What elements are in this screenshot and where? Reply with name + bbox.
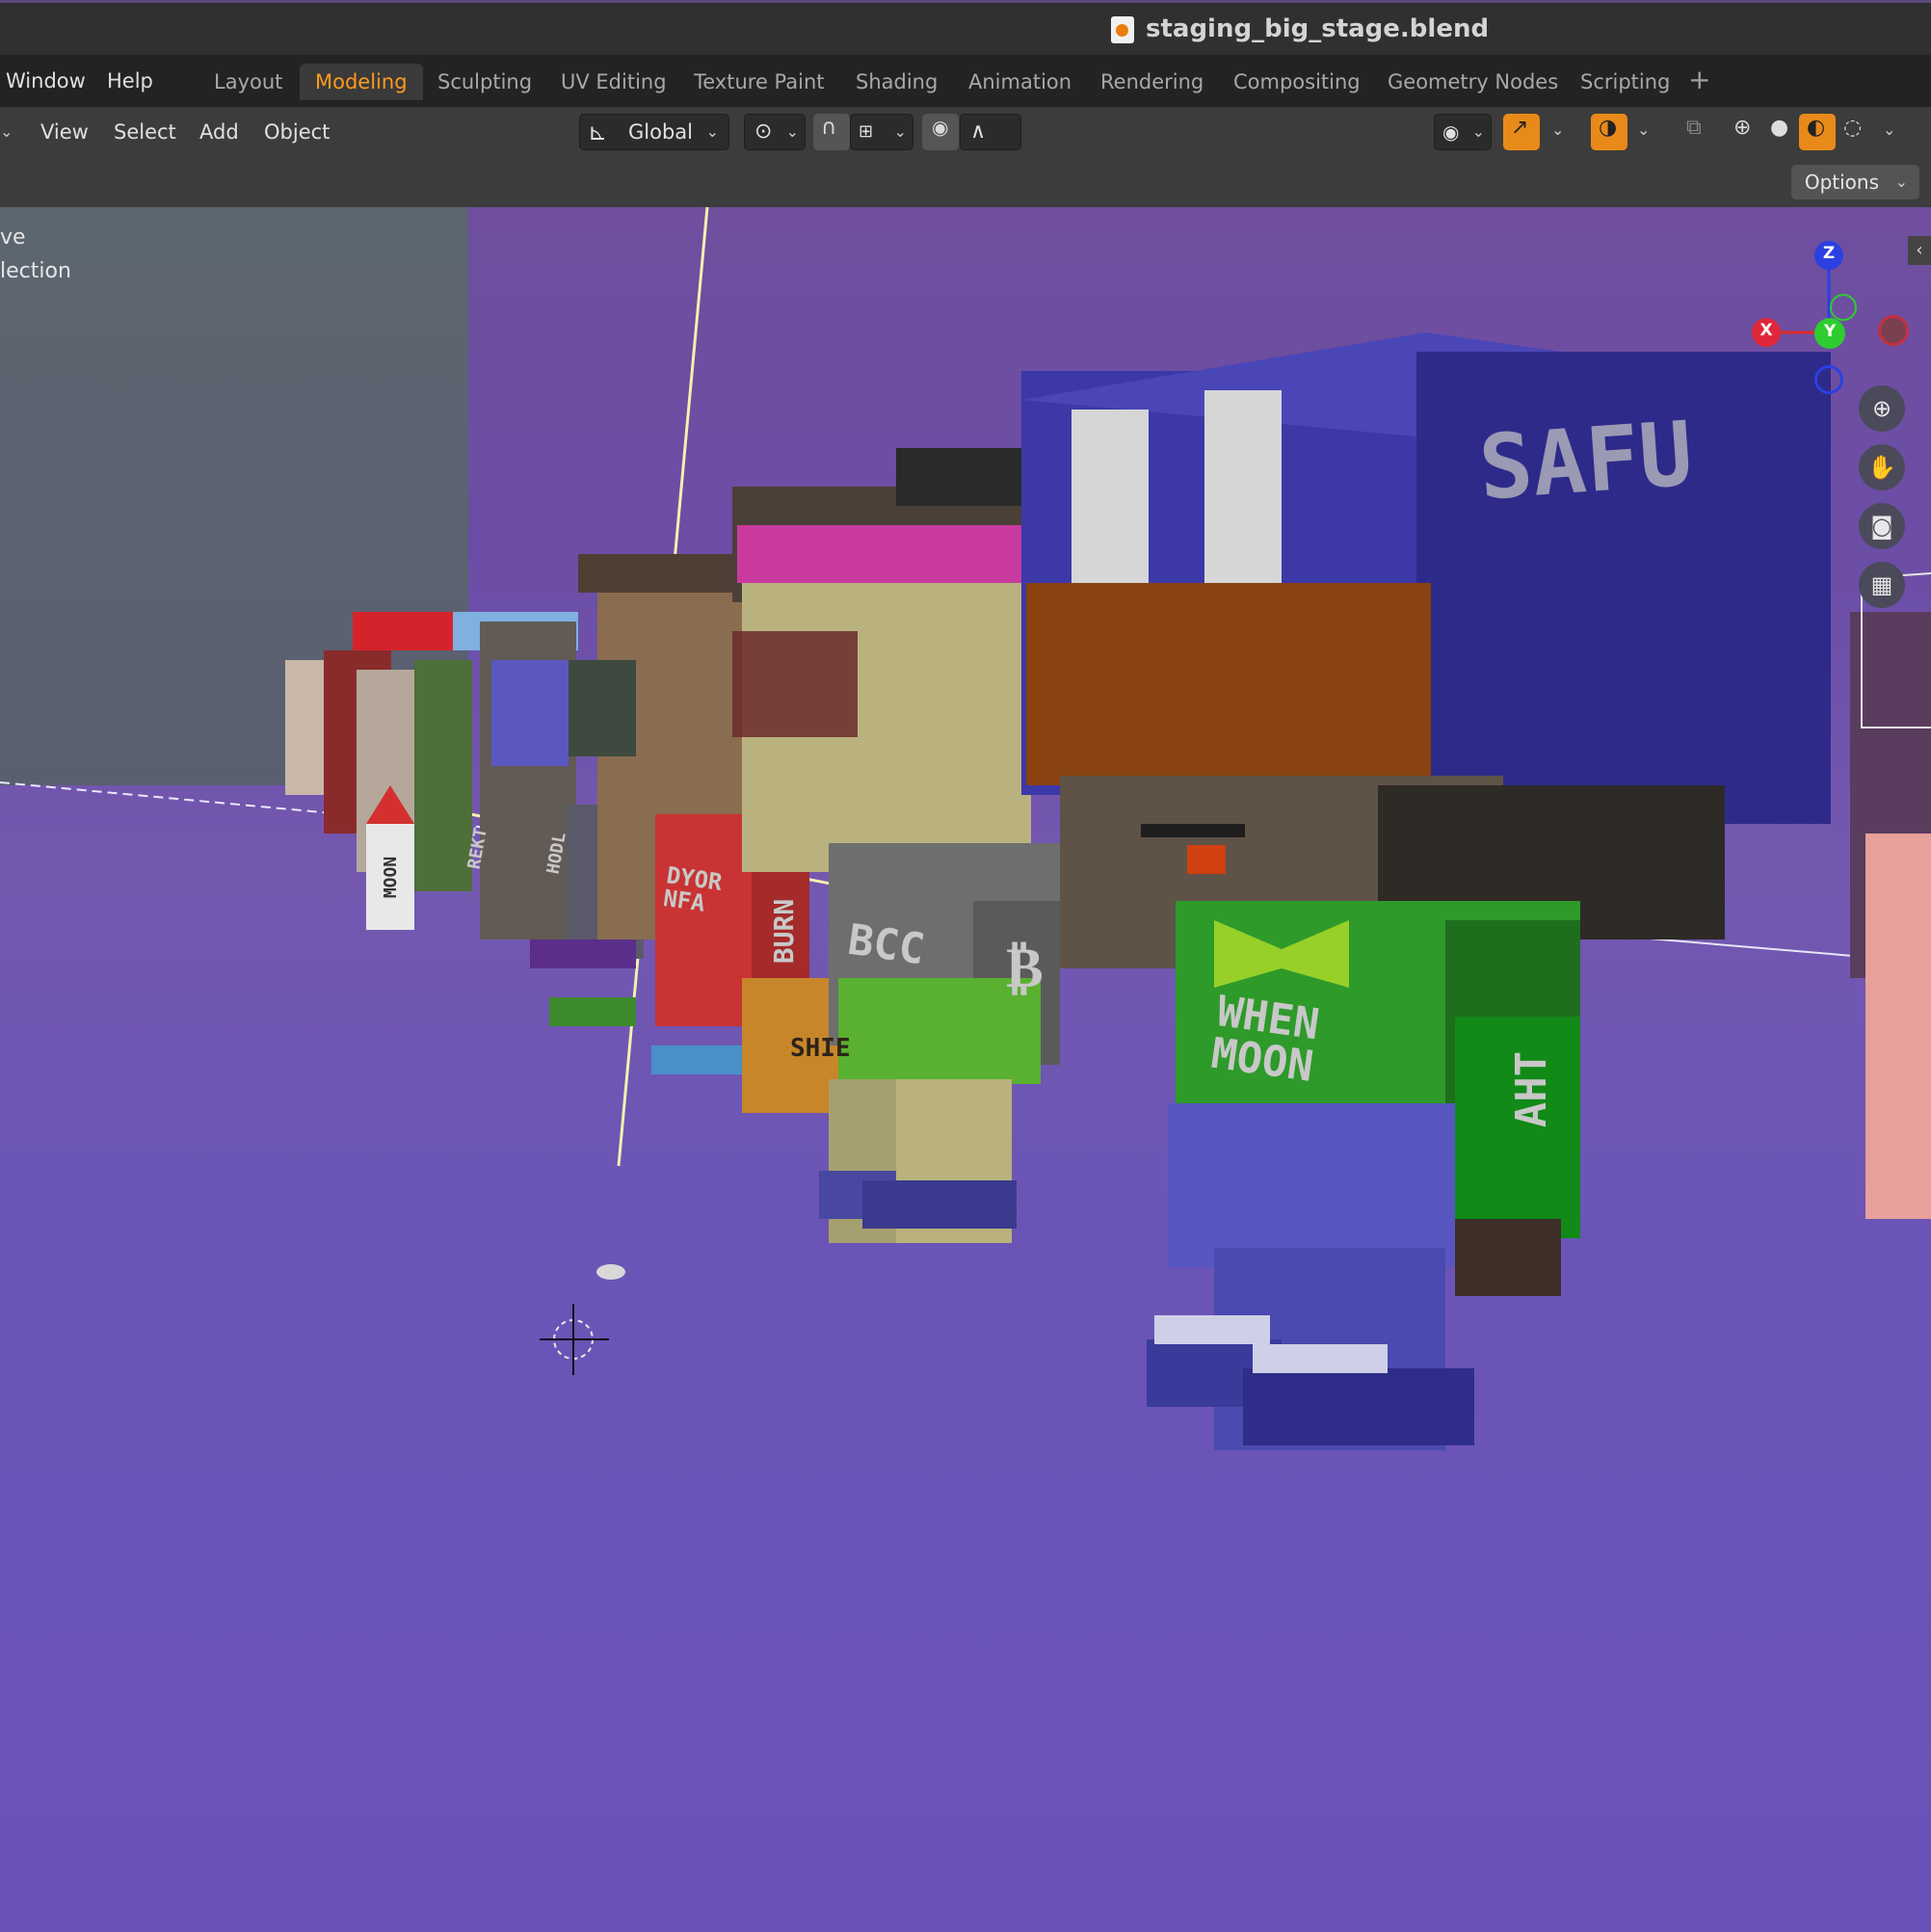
shib-text: SHIE [790,1034,851,1063]
chevron-down-icon: ⌄ [1471,122,1485,141]
gizmo-z-label: Z [1822,244,1836,263]
menu-add[interactable]: Add [199,120,239,144]
add-workspace-icon[interactable]: + [1688,64,1710,95]
dyor-text: DYOR NFA [661,861,725,917]
menu-help[interactable]: Help [107,69,153,93]
eye-icon: ◉ [1442,120,1460,144]
material-sphere-icon: ◐ [1807,116,1826,140]
orientation-axes-icon: ⊾ [588,119,608,146]
visibility-dropdown[interactable]: ◉ ⌄ [1434,114,1492,150]
zoom-icon[interactable]: ⊕ [1859,385,1905,432]
tab-texture-paint[interactable]: Texture Paint [678,64,840,100]
editor-type-chevron-icon[interactable]: ⌄ [0,122,13,141]
menu-window[interactable]: Window [6,69,86,93]
tab-geometry-nodes[interactable]: Geometry Nodes [1372,64,1574,100]
gizmo-x-label: X [1759,321,1773,340]
menu-select[interactable]: Select [114,120,176,144]
tab-compositing[interactable]: Compositing [1218,64,1376,100]
tab-rendering[interactable]: Rendering [1085,64,1219,100]
sidebar-toggle-icon[interactable]: ‹ [1908,236,1931,265]
chevron-down-icon: ⌄ [785,122,799,141]
menu-view[interactable]: View [40,120,89,144]
viewport-tool-settings: Options ⌄ [0,157,1931,207]
shirt2-text: BCC [844,914,928,975]
tab-modeling[interactable]: Modeling [300,64,423,100]
pivot-point-dropdown[interactable]: ⊙ ⌄ [744,114,806,150]
gizmo-chevron-down-icon[interactable]: ⌄ [1551,120,1564,139]
chevron-down-icon: ⌄ [705,122,719,141]
options-label: Options [1804,171,1879,194]
chevron-down-icon: ⌄ [1894,172,1908,191]
gizmo-neg-z-axis[interactable] [1814,365,1843,394]
navigation-gizmo[interactable]: Z X Y [1744,226,1918,400]
viewport-header: ⌄ View Select Add Object ⊾ Global ⌄ ⊙ ⌄ … [0,107,1931,157]
tab-sculpting[interactable]: Sculpting [422,64,547,100]
solid-sphere-icon: ● [1770,116,1789,140]
falloff-dropdown[interactable]: ∧ [960,114,1021,150]
rendered-shading-button[interactable]: ◌ [1836,114,1872,150]
burn-text: BURN [768,898,801,965]
pivot-icon: ⊙ [754,119,773,144]
overlays-chevron-down-icon[interactable]: ⌄ [1637,120,1650,139]
perspective-toggle-icon[interactable]: ▦ [1859,562,1905,608]
gizmo-neg-y-axis[interactable] [1830,294,1857,321]
tab-shading[interactable]: Shading [840,64,953,100]
gizmo-neg-x-axis[interactable] [1878,315,1909,346]
camera-view-icon[interactable]: ◙ [1859,503,1905,549]
gizmo-toggle-button[interactable]: ↗ [1503,114,1540,150]
pan-hand-icon[interactable]: ✋ [1859,444,1905,490]
xray-toggle-button[interactable]: ⧉ [1679,114,1715,150]
sleeve-text: AHT [1507,1050,1557,1128]
solid-shading-button[interactable]: ● [1762,114,1799,150]
material-preview-button[interactable]: ◐ [1799,114,1836,150]
xray-icon: ⧉ [1686,116,1702,140]
tab-layout[interactable]: Layout [198,64,298,100]
window-title: staging_big_stage.blend [1146,14,1490,43]
orientation-value: Global [628,120,693,144]
wireframe-shading-button[interactable]: ⊕ [1726,114,1762,150]
magnet-icon: ∩ [821,116,837,140]
snap-toggle-button[interactable]: ∩ [813,114,850,150]
gizmo-arrow-icon: ↗ [1511,116,1529,140]
gizmo-y-axis[interactable]: Y [1814,318,1845,349]
snap-target-dropdown[interactable]: ⊞ ⌄ [850,114,913,150]
shading-chevron-down-icon[interactable]: ⌄ [1883,120,1895,139]
options-dropdown[interactable]: Options ⌄ [1790,165,1919,199]
title-bar: staging_big_stage.blend [0,0,1931,55]
blend-file-icon [1111,16,1134,43]
transform-orientation-dropdown[interactable]: ⊾ Global ⌄ [579,114,729,150]
gizmo-y-label: Y [1823,322,1837,341]
proportional-edit-button[interactable]: ◉ [922,114,959,150]
tab-animation[interactable]: Animation [953,64,1087,100]
gizmo-x-axis[interactable]: X [1752,318,1781,347]
top-menu-bar: Window Help Layout Modeling Sculpting UV… [0,55,1931,107]
menu-object[interactable]: Object [264,120,330,144]
wireframe-sphere-icon: ⊕ [1733,116,1752,140]
cap-text: SAFU [1475,402,1697,520]
overlays-icon: ◑ [1599,116,1618,140]
snap-increment-icon: ⊞ [859,121,874,142]
overlays-toggle-button[interactable]: ◑ [1591,114,1627,150]
rendered-sphere-icon: ◌ [1843,116,1863,140]
falloff-curve-icon: ∧ [970,119,987,144]
proportional-icon: ◉ [932,116,949,139]
gizmo-z-axis[interactable]: Z [1814,241,1843,270]
moon-rocket-text: MOON [381,856,402,899]
shirt-text: WHEN MOON [1207,987,1323,1092]
bitcoin-symbol-text: ₿ [1006,935,1044,1000]
tab-scripting[interactable]: Scripting [1565,64,1685,100]
tab-uv-editing[interactable]: UV Editing [545,64,682,100]
chevron-down-icon: ⌄ [893,122,907,141]
3d-viewport[interactable]: ve lection SAFU WHEN MOON AHT BCC ₿ DYOR… [0,207,1931,1932]
